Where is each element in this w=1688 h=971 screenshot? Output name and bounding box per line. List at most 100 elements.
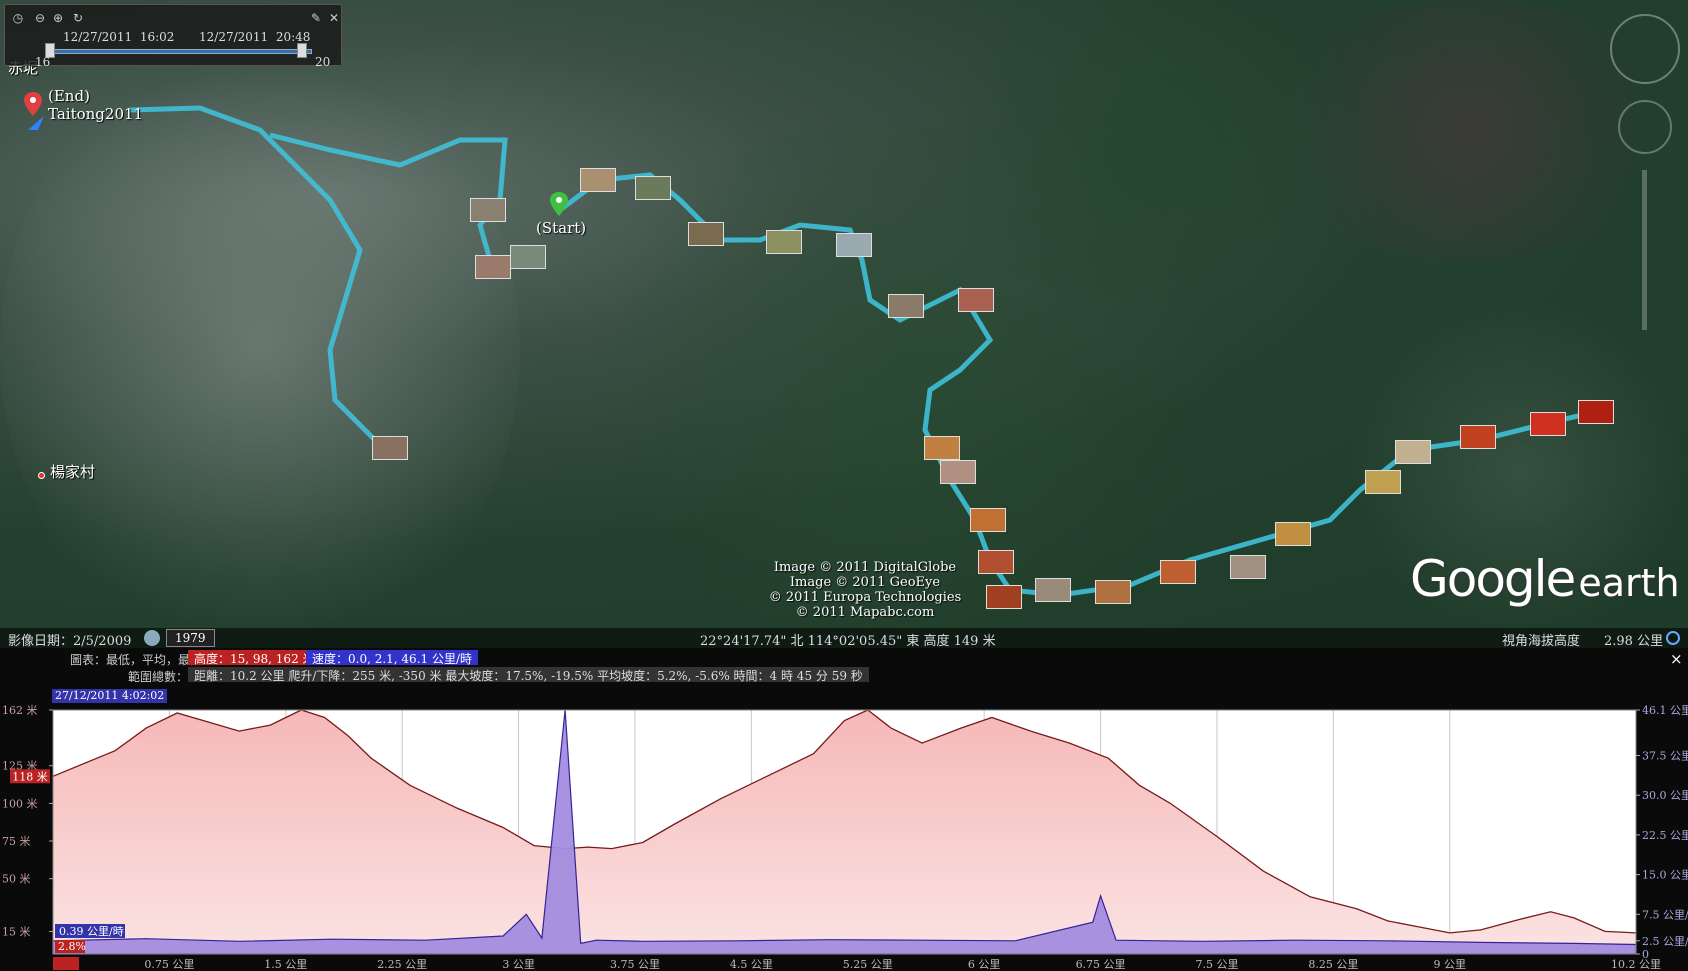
photo-thumbnail[interactable] bbox=[924, 436, 960, 460]
distance-tick-label: 6 公里 bbox=[968, 958, 1001, 971]
photo-thumbnail[interactable] bbox=[1460, 425, 1496, 449]
end-label[interactable]: (End) bbox=[48, 88, 90, 104]
eye-altitude-label: 視角海拔高度 bbox=[1502, 634, 1581, 648]
distance-tick-label: 5.25 公里 bbox=[843, 958, 893, 971]
photo-thumbnail[interactable] bbox=[635, 176, 671, 200]
distance-tick-label: 0.75 公里 bbox=[144, 958, 194, 971]
credit-line: Image © 2011 DigitalGlobe bbox=[773, 560, 957, 575]
track-name-label[interactable]: Taitong2011 bbox=[48, 106, 143, 122]
credit-line: Image © 2011 GeoEye bbox=[789, 575, 941, 590]
look-joystick-icon[interactable] bbox=[1610, 14, 1680, 84]
photo-thumbnail[interactable] bbox=[986, 585, 1022, 609]
village-placemark-icon[interactable] bbox=[38, 472, 45, 479]
elevation-speed-chart[interactable]: 162 米125 米100 米75 米50 米15 米46.1 公里/時37.5… bbox=[0, 704, 1688, 971]
distance-tick-label: 8.25 公里 bbox=[1308, 958, 1358, 971]
speed-tick-label: 30.0 公里/時 bbox=[1642, 789, 1688, 802]
zoom-slider[interactable] bbox=[1642, 170, 1647, 330]
time-max-label: 20 bbox=[315, 55, 331, 69]
photo-thumbnail[interactable] bbox=[1160, 560, 1196, 584]
village-label[interactable]: 楊家村 bbox=[50, 464, 95, 480]
range-stats: 距離：10.2 公里 爬升/下降：255 米, -350 米 最大坡度：17.5… bbox=[188, 667, 869, 683]
logo-product: earth bbox=[1578, 561, 1680, 605]
historical-year-button[interactable]: 1979 bbox=[166, 629, 215, 647]
elevation-profile-panel: 圖表：最低，平均，最高 高度：15, 98, 162 米 速度：0.0, 2.1… bbox=[0, 648, 1688, 971]
cursor-grade-readout: 2.8% bbox=[58, 940, 86, 953]
speed-series-toggle[interactable]: 速度：0.0, 2.1, 46.1 公里/時 bbox=[306, 650, 479, 666]
streaming-status-icon bbox=[1666, 631, 1680, 645]
photo-thumbnail[interactable] bbox=[970, 508, 1006, 532]
close-profile-button[interactable]: × bbox=[1670, 650, 1683, 668]
speed-tick-label: 46.1 公里/時 bbox=[1642, 704, 1688, 717]
time-slider-panel: ◷ ⊖ ⊕ ↻ ✎ ✕ 12/27/2011 16:02 12/27/2011 … bbox=[4, 4, 342, 69]
photo-thumbnail[interactable] bbox=[470, 198, 506, 222]
photo-thumbnail[interactable] bbox=[940, 460, 976, 484]
distance-tick-label: 4.5 公里 bbox=[730, 958, 773, 971]
photo-thumbnail[interactable] bbox=[372, 436, 408, 460]
photo-thumbnail[interactable] bbox=[1395, 440, 1431, 464]
elevation-tick-label: 75 米 bbox=[2, 835, 31, 848]
photo-thumbnail[interactable] bbox=[1035, 578, 1071, 602]
end-placemark-icon[interactable] bbox=[24, 92, 42, 118]
close-icon[interactable]: ✕ bbox=[327, 11, 341, 25]
end-date: 12/27/2011 20:48 bbox=[199, 30, 311, 44]
eye-altitude-value: 2.98 公里 bbox=[1604, 634, 1664, 648]
distance-tick-label: 7.5 公里 bbox=[1195, 958, 1238, 971]
google-earth-logo: Google earth bbox=[1410, 550, 1680, 608]
track-direction-icon bbox=[28, 116, 44, 130]
wrench-icon[interactable]: ✎ bbox=[309, 11, 323, 25]
photo-thumbnail[interactable] bbox=[1230, 555, 1266, 579]
photo-thumbnail[interactable] bbox=[978, 550, 1014, 574]
pointer-coordinates: 22°24'17.74" 北 114°02'05.45" 東 高度 149 米 bbox=[700, 634, 996, 648]
time-min-label: 16 bbox=[35, 55, 51, 69]
historical-imagery-icon[interactable] bbox=[144, 630, 160, 646]
speed-tick-label: 37.5 公里/時 bbox=[1642, 750, 1688, 763]
credit-line: © 2011 Europa Technologies bbox=[768, 590, 962, 605]
distance-tick-label: 9 公里 bbox=[1434, 958, 1467, 971]
elevation-tick-label: 15 米 bbox=[2, 925, 31, 938]
distance-tick-label: 10.2 公里 bbox=[1611, 958, 1661, 971]
distance-tick-label: 3 公里 bbox=[502, 958, 535, 971]
elevation-series-toggle[interactable]: 高度：15, 98, 162 米 bbox=[188, 650, 321, 666]
elevation-tick-label: 162 米 bbox=[2, 704, 38, 717]
clock-icon[interactable]: ◷ bbox=[11, 11, 25, 25]
move-joystick-icon[interactable] bbox=[1618, 100, 1672, 154]
photo-thumbnail[interactable] bbox=[958, 288, 994, 312]
cursor-elevation-readout: 118 米 bbox=[12, 770, 48, 783]
distance-tick-label: 3.75 公里 bbox=[610, 958, 660, 971]
zoom-out-time-icon[interactable]: ⊖ bbox=[33, 11, 47, 25]
elevation-tick-label: 50 米 bbox=[2, 873, 31, 886]
distance-tick-label: 2.25 公里 bbox=[377, 958, 427, 971]
distance-tick-label: 6.75 公里 bbox=[1076, 958, 1126, 971]
credit-line: © 2011 Mapabc.com bbox=[795, 605, 935, 620]
photo-thumbnail[interactable] bbox=[510, 245, 546, 269]
cursor-distance-box bbox=[53, 957, 79, 970]
speed-tick-label: 15.0 公里/時 bbox=[1642, 869, 1688, 882]
speed-tick-label: 2.5 公里/時 bbox=[1642, 935, 1688, 948]
photo-thumbnail[interactable] bbox=[1275, 522, 1311, 546]
time-range-track[interactable] bbox=[50, 49, 312, 54]
photo-thumbnail[interactable] bbox=[888, 294, 924, 318]
start-label[interactable]: (Start) bbox=[536, 220, 586, 236]
photo-thumbnail[interactable] bbox=[1365, 470, 1401, 494]
distance-tick-label: 1.5 公里 bbox=[264, 958, 307, 971]
speed-tick-label: 22.5 公里/時 bbox=[1642, 829, 1688, 842]
photo-thumbnail[interactable] bbox=[1095, 580, 1131, 604]
photo-thumbnail[interactable] bbox=[766, 230, 802, 254]
speed-tick-label: 7.5 公里/時 bbox=[1642, 908, 1688, 921]
imagery-credits: Image © 2011 DigitalGlobe Image © 2011 G… bbox=[755, 560, 975, 620]
satellite-map-view[interactable]: 赤坭 (End) Taitong2011 (Start) 楊家村 ◷ ⊖ ⊕ ↻… bbox=[0, 0, 1688, 648]
range-label: 範圍總數： bbox=[128, 670, 189, 684]
photo-thumbnail[interactable] bbox=[475, 255, 511, 279]
start-placemark-icon[interactable] bbox=[550, 192, 568, 218]
photo-thumbnail[interactable] bbox=[688, 222, 724, 246]
photo-thumbnail[interactable] bbox=[836, 233, 872, 257]
photo-thumbnail[interactable] bbox=[1530, 412, 1566, 436]
google-earth-window: 赤坭 (End) Taitong2011 (Start) 楊家村 ◷ ⊖ ⊕ ↻… bbox=[0, 0, 1688, 971]
photo-thumbnail[interactable] bbox=[580, 168, 616, 192]
time-end-handle[interactable] bbox=[297, 43, 307, 58]
zoom-in-time-icon[interactable]: ⊕ bbox=[51, 11, 65, 25]
replay-icon[interactable]: ↻ bbox=[71, 11, 85, 25]
photo-thumbnail[interactable] bbox=[1578, 400, 1614, 424]
navigation-controls bbox=[1606, 10, 1686, 340]
elevation-tick-label: 100 米 bbox=[2, 797, 38, 810]
